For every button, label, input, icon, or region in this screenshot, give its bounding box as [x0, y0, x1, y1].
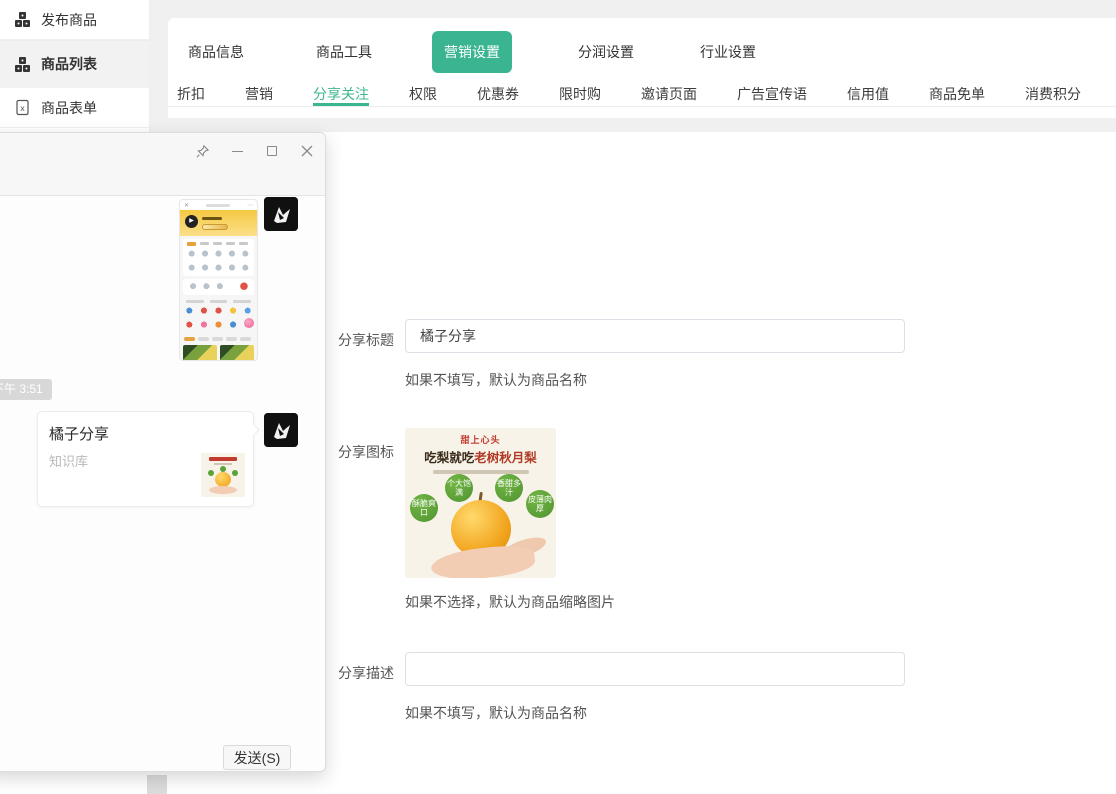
message-card-title: 橘子分享: [49, 423, 109, 444]
ad-badge: 皮薄肉厚: [526, 490, 554, 518]
subtab-marketing[interactable]: 营销: [245, 78, 273, 106]
subtab-invite-page[interactable]: 邀请页面: [641, 78, 697, 106]
sidebar: 发布商品 商品列表 x 商品表单: [0, 0, 150, 132]
scrollbar-thumb[interactable]: [147, 775, 167, 794]
share-icon-label: 分享图标: [338, 442, 394, 462]
bubble-arrow: [248, 424, 259, 435]
sidebar-item-label: 商品表单: [41, 98, 97, 118]
share-desc-input[interactable]: [405, 652, 905, 686]
maximize-icon[interactable]: [264, 143, 280, 159]
main-tab-bar: 商品信息 商品工具 营销设置 分润设置 行业设置: [168, 18, 1116, 78]
ad-badge: 个大饱满: [445, 474, 473, 502]
user-avatar[interactable]: [264, 197, 298, 231]
share-icon-hint: 如果不选择，默认为商品缩略图片: [405, 592, 615, 612]
share-desc-hint: 如果不填写，默认为商品名称: [405, 703, 587, 723]
tab-profit-settings[interactable]: 分润设置: [578, 42, 634, 62]
share-title-label: 分享标题: [338, 330, 394, 350]
subtab-credit-value[interactable]: 信用值: [847, 78, 889, 106]
subtab-free-order[interactable]: 商品免单: [929, 78, 985, 106]
pin-icon[interactable]: [194, 143, 210, 159]
phone-badge-pill: [202, 224, 228, 230]
ad-tagline: 甜上心头: [405, 433, 556, 446]
tabs-panel: 商品信息 商品工具 营销设置 分润设置 行业设置 折扣 营销 分享关注 权限 优…: [168, 18, 1116, 118]
subtab-consume-points[interactable]: 消费积分: [1025, 78, 1081, 106]
svg-text:x: x: [20, 104, 25, 113]
share-title-hint: 如果不填写，默认为商品名称: [405, 370, 587, 390]
close-icon[interactable]: [299, 143, 315, 159]
share-title-input[interactable]: [405, 319, 905, 353]
sidebar-item-label: 商品列表: [41, 54, 97, 74]
phone-tools-card: [183, 279, 254, 295]
phone-tab-row: [183, 239, 254, 248]
sidebar-item-product-list[interactable]: 商品列表: [0, 40, 149, 88]
cubes-icon: [14, 11, 31, 28]
ad-badge: 香甜多汁: [495, 474, 523, 502]
phone-avatar: ▶: [185, 215, 198, 228]
minimize-icon[interactable]: [229, 143, 245, 159]
cubes-icon: [14, 56, 31, 73]
subtab-ad-slogan[interactable]: 广告宣传语: [737, 78, 807, 106]
phone-header: ▶: [180, 210, 257, 236]
subtab-discount[interactable]: 折扣: [177, 78, 205, 106]
phone-colored-icons: [182, 305, 255, 319]
tab-product-info[interactable]: 商品信息: [188, 42, 244, 62]
subtab-coupon[interactable]: 优惠券: [477, 78, 519, 106]
message-card-subtitle: 知识库: [49, 451, 88, 470]
message-card-thumbnail: [201, 453, 245, 497]
send-button[interactable]: 发送(S): [223, 745, 291, 770]
share-icon-image[interactable]: 甜上心头 吃梨就吃老树秋月梨 个大饱满 香甜多汁 酥脆爽口 皮薄肉厚: [405, 428, 556, 578]
window-controls: [194, 143, 315, 159]
phone-screenshot-message[interactable]: ✕⋯ ▶: [179, 199, 258, 361]
share-desc-label: 分享描述: [338, 663, 394, 683]
ad-badge: 酥脆爽口: [410, 494, 438, 522]
phone-titlebar: ✕⋯: [180, 200, 257, 210]
message-timestamp: 下午 3:51: [0, 379, 52, 400]
sub-tab-bar: 折扣 营销 分享关注 权限 优惠券 限时购 邀请页面 广告宣传语 信用值 商品免…: [168, 78, 1116, 107]
phone-tools-row: [185, 279, 252, 295]
ad-headline: 吃梨就吃老树秋月梨: [405, 447, 556, 466]
share-preview-window: ✕⋯ ▶: [0, 132, 326, 772]
file-x-icon: x: [14, 99, 31, 116]
ad-headline-red: 老树秋月梨: [474, 451, 537, 465]
phone-product-cards: [183, 345, 254, 361]
ad-subline-bar: [433, 470, 529, 474]
phone-filter-chips: [184, 335, 253, 343]
phone-icon-row: [185, 262, 252, 276]
window-titlebar: [0, 133, 325, 196]
phone-name-bar: [202, 217, 222, 220]
share-link-message-card[interactable]: 橘子分享 知识库: [37, 411, 254, 507]
tab-product-tools[interactable]: 商品工具: [316, 42, 372, 62]
ad-headline-dark: 吃梨就吃: [424, 451, 474, 465]
sidebar-item-product-form[interactable]: x 商品表单: [0, 88, 149, 128]
phone-text-row: [186, 298, 251, 305]
user-avatar[interactable]: [264, 413, 298, 447]
sidebar-item-publish-product[interactable]: 发布商品: [0, 0, 149, 40]
subtab-permission[interactable]: 权限: [409, 78, 437, 106]
screen: 发布商品 商品列表 x 商品表单 商品信息 商品工具 营销设置 分润设置 行业设…: [0, 0, 1116, 794]
phone-menu-card: [183, 239, 254, 276]
subtab-flash-sale[interactable]: 限时购: [559, 78, 601, 106]
tab-marketing-settings[interactable]: 营销设置: [432, 31, 512, 73]
phone-icon-row: [185, 248, 252, 262]
tab-industry-settings[interactable]: 行业设置: [700, 42, 756, 62]
sidebar-item-label: 发布商品: [41, 10, 97, 30]
subtab-share-follow[interactable]: 分享关注: [313, 78, 369, 106]
hand-palm: [430, 543, 537, 578]
phone-floating-badge: [244, 318, 254, 328]
